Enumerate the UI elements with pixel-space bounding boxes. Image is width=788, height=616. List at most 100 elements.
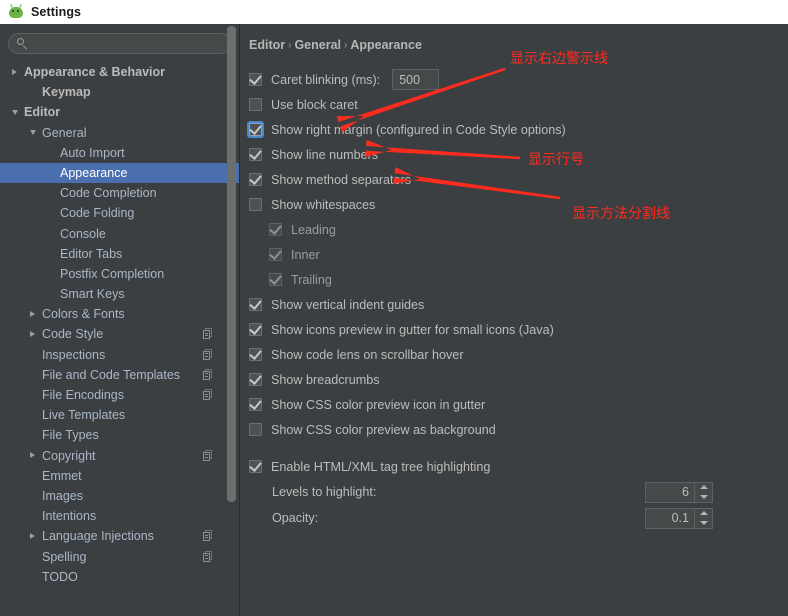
checkbox-show-method-separators[interactable] xyxy=(249,172,262,186)
checkbox-show-whitespaces[interactable] xyxy=(249,198,262,211)
sidebar-item-appearance-behavior[interactable]: Appearance & Behavior xyxy=(0,62,239,82)
checkbox-use-block-caret[interactable] xyxy=(249,98,262,111)
option-row-show-icons-preview-gutter[interactable]: Show icons preview in gutter for small i… xyxy=(241,317,788,342)
sidebar-item-code-folding[interactable]: Code Folding xyxy=(0,203,239,223)
sidebar-item-code-style[interactable]: Code Style xyxy=(0,324,239,344)
sidebar-item-file-types[interactable]: File Types xyxy=(0,425,239,445)
sidebar-item-language-injections[interactable]: Language Injections xyxy=(0,526,239,546)
checkbox-show-right-margin[interactable] xyxy=(247,121,264,138)
checkbox-enable-tag-tree-highlighting[interactable] xyxy=(249,459,262,473)
sidebar-item-editor[interactable]: Editor xyxy=(0,102,239,122)
search-box[interactable] xyxy=(8,33,231,54)
breadcrumb: Editor › General › Appearance xyxy=(249,38,422,52)
spinner-up-icon[interactable] xyxy=(695,509,712,519)
search-icon xyxy=(17,38,28,49)
chevron-right-icon[interactable] xyxy=(30,452,35,459)
sidebar-scrollbar-thumb[interactable] xyxy=(227,26,236,502)
option-row-show-vertical-indent-guides[interactable]: Show vertical indent guides xyxy=(241,292,788,317)
option-label-show-css-color-bg: Show CSS color preview as background xyxy=(271,422,496,437)
sidebar-item-label: Editor xyxy=(24,105,61,120)
sidebar-item-file-and-code-templates[interactable]: File and Code Templates xyxy=(0,365,239,385)
input-caret-blinking[interactable] xyxy=(392,69,440,90)
checkbox-show-vertical-indent-guides[interactable] xyxy=(249,297,262,311)
copy-settings-icon xyxy=(203,550,214,563)
settings-content-panel: Editor › General › Appearance Caret blinking… xyxy=(241,24,788,616)
checkbox-show-css-color-bg[interactable] xyxy=(249,423,262,436)
sidebar-item-console[interactable]: Console xyxy=(0,224,239,244)
sidebar-item-copyright[interactable]: Copyright xyxy=(0,446,239,466)
option-row-trailing[interactable]: Trailing xyxy=(241,267,788,292)
sidebar-item-live-templates[interactable]: Live Templates xyxy=(0,405,239,425)
chevron-right-icon[interactable] xyxy=(30,310,35,317)
option-row-show-whitespaces[interactable]: Show whitespaces xyxy=(241,192,788,217)
option-row-show-css-color-gutter[interactable]: Show CSS color preview icon in gutter xyxy=(241,392,788,417)
sidebar-item-label: Spelling xyxy=(42,549,87,564)
option-row-show-code-lens[interactable]: Show code lens on scrollbar hover xyxy=(241,342,788,367)
sidebar-item-inspections[interactable]: Inspections xyxy=(0,345,239,365)
sidebar-item-label: Code Folding xyxy=(60,206,135,221)
sidebar-item-file-encodings[interactable]: File Encodings xyxy=(0,385,239,405)
sidebar-item-emmet[interactable]: Emmet xyxy=(0,466,239,486)
option-row-show-breadcrumbs[interactable]: Show breadcrumbs xyxy=(241,367,788,392)
checkbox-show-css-color-gutter[interactable] xyxy=(249,397,262,411)
check-icon xyxy=(249,147,262,160)
spinner-value-opacity[interactable] xyxy=(646,508,694,528)
copy-settings-icon xyxy=(203,389,214,401)
option-row-enable-tag-tree-highlighting[interactable]: Enable HTML/XML tag tree highlighting xyxy=(241,454,788,479)
chevron-right-icon[interactable] xyxy=(30,532,35,539)
option-label-show-breadcrumbs: Show breadcrumbs xyxy=(271,372,380,387)
settings-tree: Appearance & Behavior Keymap Editor General… xyxy=(0,62,239,616)
option-row-leading[interactable]: Leading xyxy=(241,217,788,242)
option-label-leading: Leading xyxy=(291,222,336,237)
checkbox-show-code-lens[interactable] xyxy=(249,347,262,361)
sidebar-item-appearance[interactable]: Appearance xyxy=(0,162,239,184)
spinner-down-icon[interactable] xyxy=(695,492,712,502)
window-title: Settings xyxy=(31,5,82,19)
checkbox-show-line-numbers[interactable] xyxy=(249,147,262,161)
spinner-levels-to-highlight[interactable] xyxy=(645,481,713,503)
sidebar-item-todo[interactable]: TODO xyxy=(0,567,239,587)
sidebar-item-code-completion[interactable]: Code Completion xyxy=(0,183,239,203)
spinner-value-levels-to-highlight[interactable] xyxy=(646,482,694,502)
sidebar-item-auto-import[interactable]: Auto Import xyxy=(0,143,239,163)
option-row-show-right-margin[interactable]: Show right margin (configured in Code St… xyxy=(241,117,788,142)
sidebar-item-intentions[interactable]: Intentions xyxy=(0,506,239,526)
checkbox-show-breadcrumbs[interactable] xyxy=(249,372,262,386)
option-row-show-line-numbers[interactable]: Show line numbers xyxy=(241,142,788,167)
sidebar-item-postfix-completion[interactable]: Postfix Completion xyxy=(0,264,239,284)
search-input[interactable] xyxy=(28,35,230,52)
sidebar-item-label: Images xyxy=(42,488,83,503)
spinner-down-icon[interactable] xyxy=(695,518,712,528)
sidebar-item-label: Language Injections xyxy=(42,529,154,544)
breadcrumb-part-editor[interactable]: Editor xyxy=(249,38,285,52)
breadcrumb-part-appearance[interactable]: Appearance xyxy=(350,38,422,52)
checkbox-caret-blinking[interactable] xyxy=(249,72,262,86)
option-row-caret-blinking[interactable]: Caret blinking (ms): xyxy=(241,67,788,92)
chevron-right-icon[interactable] xyxy=(30,331,35,338)
option-row-show-method-separators[interactable]: Show method separators xyxy=(241,167,788,192)
spinner-opacity[interactable] xyxy=(645,507,713,529)
sidebar-item-label: Smart Keys xyxy=(60,287,125,302)
sidebar-item-colors-fonts[interactable]: Colors & Fonts xyxy=(0,304,239,324)
sidebar-item-editor-tabs[interactable]: Editor Tabs xyxy=(0,244,239,264)
sidebar-item-general[interactable]: General xyxy=(0,123,239,143)
sidebar-item-spelling[interactable]: Spelling xyxy=(0,547,239,567)
option-label-inner: Inner xyxy=(291,247,320,262)
spinner-up-icon[interactable] xyxy=(695,483,712,493)
check-icon xyxy=(249,397,262,410)
chevron-down-icon[interactable] xyxy=(12,109,18,115)
sidebar-item-images[interactable]: Images xyxy=(0,486,239,506)
option-label-trailing: Trailing xyxy=(291,272,332,287)
sidebar-scrollbar-track[interactable] xyxy=(226,24,237,578)
option-label-show-code-lens: Show code lens on scrollbar hover xyxy=(271,347,464,362)
chevron-right-icon[interactable] xyxy=(12,68,17,75)
option-row-show-css-color-bg[interactable]: Show CSS color preview as background xyxy=(241,417,788,442)
option-label-show-line-numbers: Show line numbers xyxy=(271,147,379,162)
breadcrumb-part-general[interactable]: General xyxy=(294,38,341,52)
option-row-inner[interactable]: Inner xyxy=(241,242,788,267)
sidebar-item-keymap[interactable]: Keymap xyxy=(0,82,239,102)
sidebar-item-smart-keys[interactable]: Smart Keys xyxy=(0,284,239,304)
chevron-down-icon[interactable] xyxy=(30,130,36,136)
checkbox-show-icons-preview-gutter[interactable] xyxy=(249,322,262,336)
option-row-use-block-caret[interactable]: Use block caret xyxy=(241,92,788,117)
